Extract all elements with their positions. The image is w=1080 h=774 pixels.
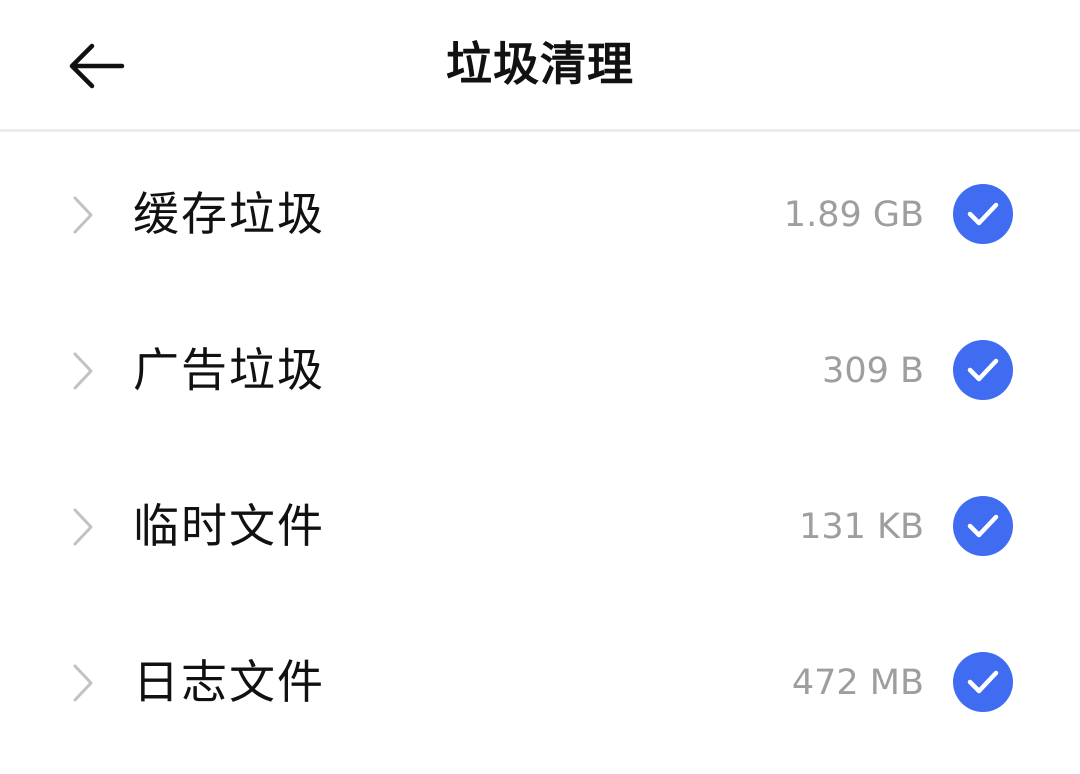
item-label: 临时文件 [133, 499, 325, 553]
checkmark-icon [967, 358, 999, 382]
chevron-right-icon[interactable] [66, 192, 100, 238]
item-size: 1.89 GB [783, 195, 924, 235]
item-label: 缓存垃圾 [133, 187, 325, 241]
checkbox-checked[interactable] [953, 340, 1013, 400]
item-size: 309 B [822, 351, 924, 391]
item-label: 日志文件 [133, 655, 325, 709]
list-item-temp-files[interactable]: 临时文件 131 KB [0, 448, 1080, 604]
item-size: 472 MB [791, 663, 924, 703]
checkbox-checked[interactable] [953, 184, 1013, 244]
chevron-right-icon[interactable] [66, 504, 100, 550]
top-bar: 垃圾清理 [0, 0, 1080, 132]
list-item-cache-junk[interactable]: 缓存垃圾 1.89 GB [0, 136, 1080, 292]
item-label: 广告垃圾 [133, 343, 325, 397]
page-title: 垃圾清理 [446, 37, 634, 91]
junk-cleanup-screen: 垃圾清理 缓存垃圾 1.89 GB 广告垃圾 309 B 临时文件 131 KB… [0, 0, 1080, 774]
junk-category-list: 缓存垃圾 1.89 GB 广告垃圾 309 B 临时文件 131 KB 日志文件… [0, 136, 1080, 760]
checkbox-checked[interactable] [953, 496, 1013, 556]
item-size: 131 KB [799, 507, 924, 547]
list-item-log-files[interactable]: 日志文件 472 MB [0, 604, 1080, 760]
checkbox-checked[interactable] [953, 652, 1013, 712]
list-item-ad-junk[interactable]: 广告垃圾 309 B [0, 292, 1080, 448]
checkmark-icon [967, 514, 999, 538]
checkmark-icon [967, 202, 999, 226]
chevron-right-icon[interactable] [66, 348, 100, 394]
chevron-right-icon[interactable] [66, 660, 100, 706]
checkmark-icon [967, 670, 999, 694]
